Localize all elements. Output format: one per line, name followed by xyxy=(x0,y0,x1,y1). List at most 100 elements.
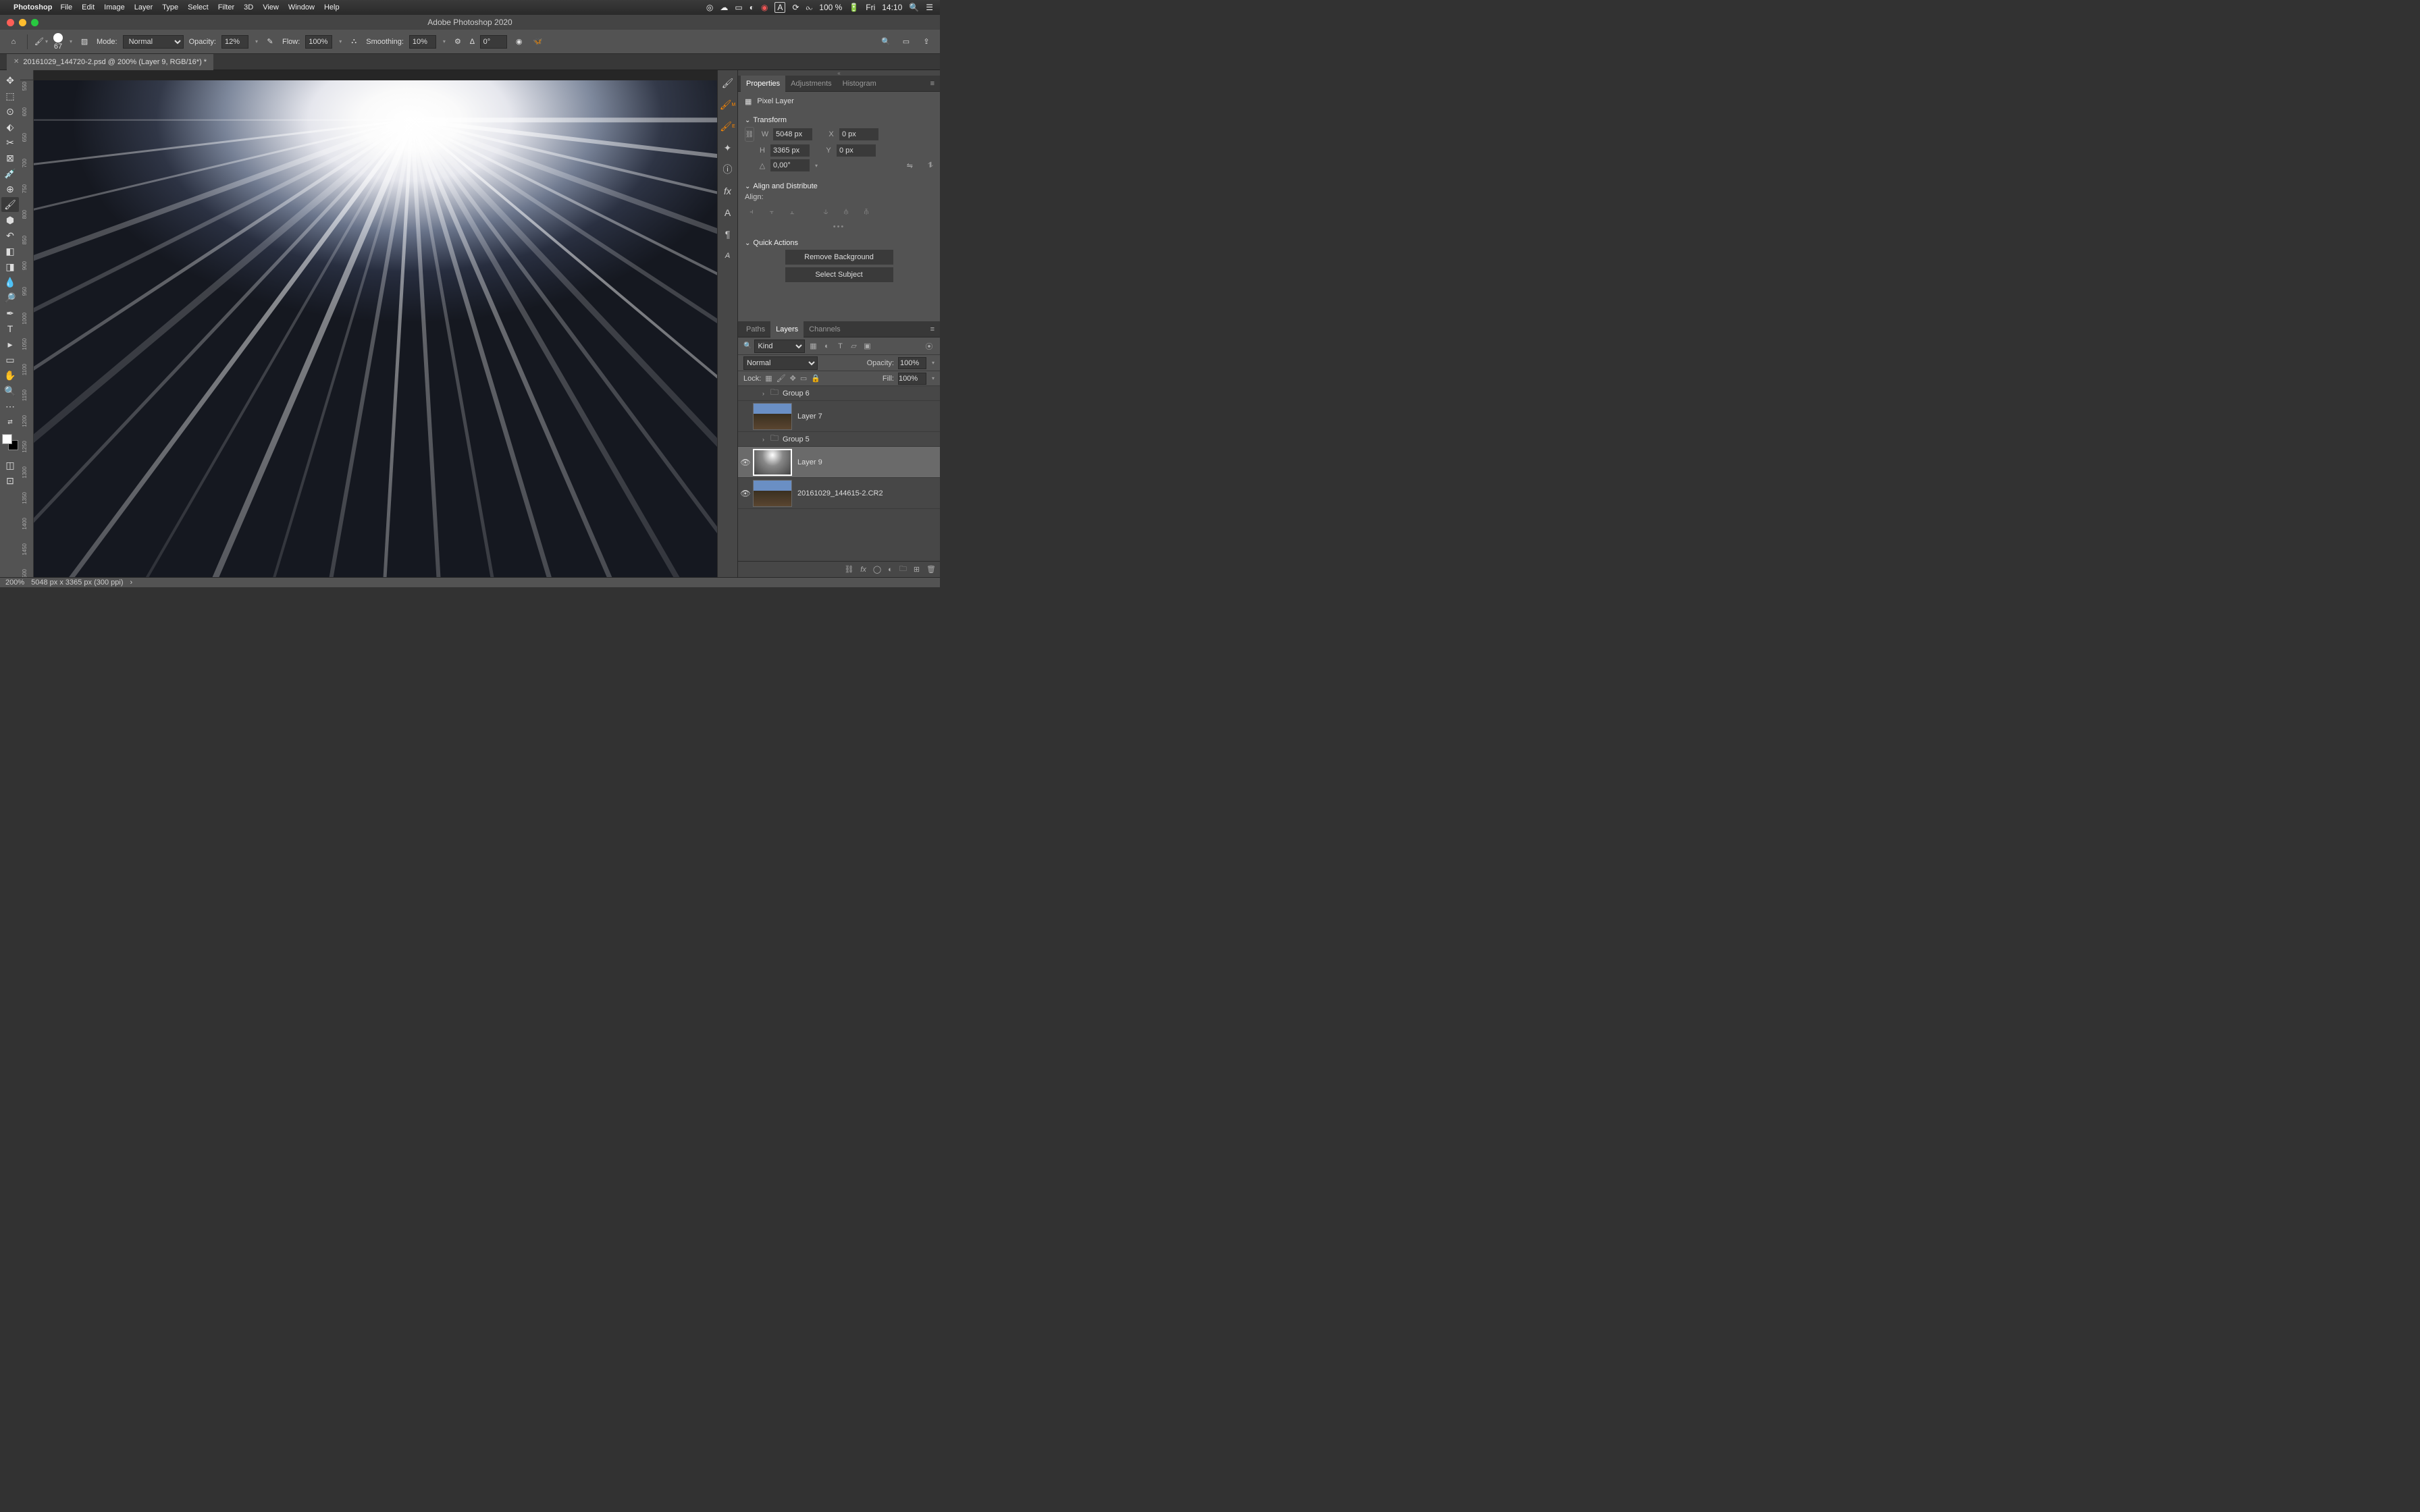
layer-filter-select[interactable]: Kind xyxy=(754,340,805,353)
eraser-tool[interactable]: ◧ xyxy=(1,244,19,259)
filter-adjust-icon[interactable]: ◐ xyxy=(821,341,832,352)
type-tool[interactable]: T xyxy=(1,321,19,336)
stamp-tool[interactable]: ⬢ xyxy=(1,213,19,227)
status-app-icon[interactable]: ◐ xyxy=(749,3,754,12)
brush-tool[interactable]: 🖌 xyxy=(1,197,19,212)
tab-paths[interactable]: Paths xyxy=(741,321,770,338)
layer-item[interactable]: ›🗀Group 5 xyxy=(738,432,940,447)
link-layers-icon[interactable]: ⛓ xyxy=(844,565,853,574)
window-zoom-button[interactable] xyxy=(31,19,38,26)
tab-histogram[interactable]: Histogram xyxy=(837,76,882,92)
filter-toggle-icon[interactable]: ⦿ xyxy=(924,341,935,352)
shape-tool[interactable]: ▭ xyxy=(1,352,19,367)
layer-thumbnail[interactable] xyxy=(753,449,792,476)
new-adjustment-icon[interactable]: ◐ xyxy=(888,566,893,574)
menu-select[interactable]: Select xyxy=(188,3,209,11)
layer-name[interactable]: Group 6 xyxy=(783,389,810,398)
brush-preset-picker[interactable]: 67 xyxy=(53,33,63,51)
transform-section-title[interactable]: Transform xyxy=(745,116,933,124)
status-display-icon[interactable]: ▭ xyxy=(735,3,742,12)
symmetry-icon[interactable]: 🦋 xyxy=(531,35,545,49)
brush-presets-panel-icon[interactable]: 🖌E xyxy=(720,119,735,134)
width-input[interactable] xyxy=(773,128,812,140)
lasso-tool[interactable]: ⊙ xyxy=(1,104,19,119)
lock-pixels-icon[interactable]: 🖌 xyxy=(777,374,786,383)
rotation-input[interactable] xyxy=(770,159,810,171)
menu-3d[interactable]: 3D xyxy=(244,3,253,11)
more-options-icon[interactable]: ••• xyxy=(745,223,933,231)
blend-mode-select[interactable]: Normal xyxy=(123,35,184,49)
align-vcenter-icon[interactable]: ⫛ xyxy=(839,205,853,219)
airbrush-icon[interactable]: ⛬ xyxy=(347,35,361,49)
align-hcenter-icon[interactable]: ⫟ xyxy=(765,205,779,219)
expand-arrow-icon[interactable]: › xyxy=(762,390,770,397)
delete-layer-icon[interactable]: 🗑 xyxy=(926,565,936,574)
link-wh-icon[interactable]: ⛓ xyxy=(745,127,754,142)
blur-tool[interactable]: 💧 xyxy=(1,275,19,290)
glyphs-panel-icon[interactable]: A xyxy=(720,248,735,263)
spotlight-icon[interactable]: 🔍 xyxy=(909,3,919,12)
opacity-input[interactable] xyxy=(221,35,248,49)
ruler-origin[interactable] xyxy=(20,70,34,80)
crop-tool[interactable]: ✂ xyxy=(1,135,19,150)
frame-tool[interactable]: ⊠ xyxy=(1,151,19,165)
clock-time[interactable]: 14:10 xyxy=(882,3,902,12)
status-red-icon[interactable]: ◉ xyxy=(761,3,768,12)
search-icon[interactable]: 🔍 xyxy=(879,35,893,49)
layer-name[interactable]: Layer 9 xyxy=(797,458,822,466)
layer-fill-input[interactable] xyxy=(898,373,926,385)
status-sync-icon[interactable]: ⟳ xyxy=(792,3,799,12)
zoom-tool[interactable]: 🔍 xyxy=(1,383,19,398)
share-icon[interactable]: ⇪ xyxy=(920,35,933,49)
layer-item[interactable]: 👁20161029_144615-2.CR2 xyxy=(738,478,940,509)
layer-blend-select[interactable]: Normal xyxy=(743,356,818,370)
layer-thumbnail[interactable] xyxy=(753,403,792,430)
flip-v-icon[interactable]: ⥮ xyxy=(928,161,933,170)
expand-arrow-icon[interactable]: › xyxy=(762,436,770,443)
align-right-icon[interactable]: ⫠ xyxy=(785,205,799,219)
tab-layers[interactable]: Layers xyxy=(770,321,804,338)
menu-help[interactable]: Help xyxy=(324,3,340,11)
tab-channels[interactable]: Channels xyxy=(804,321,845,338)
filter-smart-icon[interactable]: ▣ xyxy=(862,341,872,352)
menu-edit[interactable]: Edit xyxy=(82,3,95,11)
document-tab[interactable]: ✕ 20161029_144720-2.psd @ 200% (Layer 9,… xyxy=(7,54,213,70)
layer-item[interactable]: Layer 7 xyxy=(738,401,940,432)
smoothing-settings-icon[interactable]: ⚙ xyxy=(451,35,465,49)
character-panel-icon[interactable]: A xyxy=(720,205,735,220)
layer-opacity-input[interactable] xyxy=(898,357,926,369)
brushes-panel-icon[interactable]: 🖌 xyxy=(720,76,735,90)
pressure-opacity-icon[interactable]: ✎ xyxy=(263,35,277,49)
layer-thumbnail[interactable] xyxy=(753,480,792,507)
layers-menu-icon[interactable]: ≡ xyxy=(928,325,937,333)
paragraph-panel-icon[interactable]: ¶ xyxy=(720,227,735,242)
wifi-icon[interactable]: ⧜ xyxy=(806,3,813,13)
layer-name[interactable]: 20161029_144615-2.CR2 xyxy=(797,489,883,497)
tab-properties[interactable]: Properties xyxy=(741,76,785,92)
fx-panel-icon[interactable]: fx xyxy=(720,184,735,198)
brush-icon[interactable]: 🖌▾ xyxy=(34,35,48,49)
menu-image[interactable]: Image xyxy=(104,3,125,11)
info-panel-icon[interactable]: ⓘ xyxy=(720,162,735,177)
marquee-tool[interactable]: ⬚ xyxy=(1,88,19,103)
filter-pixel-icon[interactable]: ▦ xyxy=(808,341,818,352)
lock-all-icon[interactable]: 🔒 xyxy=(811,374,820,383)
app-name[interactable]: Photoshop xyxy=(14,3,52,11)
close-tab-icon[interactable]: ✕ xyxy=(14,58,19,65)
layer-item[interactable]: 👁Layer 9 xyxy=(738,447,940,478)
doc-info-arrow-icon[interactable]: › xyxy=(130,578,133,587)
path-select-tool[interactable]: ▸ xyxy=(1,337,19,352)
flow-input[interactable] xyxy=(305,35,332,49)
status-cc-icon[interactable]: ◎ xyxy=(706,3,713,12)
lock-transparency-icon[interactable]: ▦ xyxy=(765,374,772,383)
pen-tool[interactable]: ✒ xyxy=(1,306,19,321)
workspace-icon[interactable]: ▭ xyxy=(899,35,913,49)
flip-h-icon[interactable]: ⇋ xyxy=(907,161,913,170)
healing-tool[interactable]: ⊕ xyxy=(1,182,19,196)
menu-filter[interactable]: Filter xyxy=(218,3,234,11)
lock-position-icon[interactable]: ✥ xyxy=(790,374,796,383)
home-icon[interactable]: ⌂ xyxy=(7,35,20,49)
menu-layer[interactable]: Layer xyxy=(134,3,153,11)
brush-settings-panel-icon[interactable]: 🖌M xyxy=(720,97,735,112)
menu-icon[interactable]: ☰ xyxy=(926,3,933,12)
